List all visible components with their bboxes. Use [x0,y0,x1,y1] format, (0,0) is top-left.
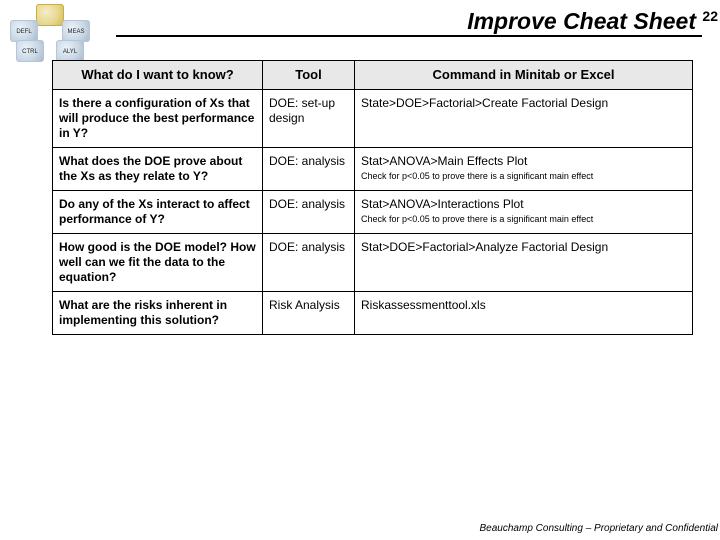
title-bar: Improve Cheat Sheet [100,8,702,37]
cell-command: State>DOE>Factorial>Create Factorial Des… [355,90,693,148]
logo-hex-left: DEFL [10,20,38,42]
logo-hex-bottom-right: ALYL [56,40,84,62]
cell-question: What are the risks inherent in implement… [53,292,263,335]
header-tool: Tool [263,61,355,90]
command-text: Stat>ANOVA>Main Effects Plot [361,154,686,169]
command-text: Stat>ANOVA>Interactions Plot [361,197,686,212]
logo-hex-top [36,4,64,26]
page-title: Improve Cheat Sheet [116,8,702,37]
cell-command: Stat>DOE>Factorial>Analyze Factorial Des… [355,234,693,292]
cell-command: Stat>ANOVA>Interactions Plot Check for p… [355,191,693,234]
logo-hex-bottom-left: CTRL [16,40,44,62]
cell-tool: DOE: set-up design [263,90,355,148]
cell-tool: DOE: analysis [263,234,355,292]
cell-tool: DOE: analysis [263,191,355,234]
table-row: What are the risks inherent in implement… [53,292,693,335]
dmaic-logo: DEFL MEAS CTRL ALYL [6,6,96,54]
cell-question: What does the DOE prove about the Xs as … [53,148,263,191]
cell-tool: DOE: analysis [263,148,355,191]
page-number: 22 [702,8,718,24]
command-text: Stat>DOE>Factorial>Analyze Factorial Des… [361,240,686,255]
command-note: Check for p<0.05 to prove there is a sig… [361,214,686,225]
cell-question: Is there a configuration of Xs that will… [53,90,263,148]
command-note: Check for p<0.05 to prove there is a sig… [361,171,686,182]
cheat-sheet-table: What do I want to know? Tool Command in … [52,60,693,335]
table-row: Is there a configuration of Xs that will… [53,90,693,148]
cell-question: How good is the DOE model? How well can … [53,234,263,292]
cell-command: Stat>ANOVA>Main Effects Plot Check for p… [355,148,693,191]
table-row: What does the DOE prove about the Xs as … [53,148,693,191]
command-text: State>DOE>Factorial>Create Factorial Des… [361,96,686,111]
table-header-row: What do I want to know? Tool Command in … [53,61,693,90]
table-row: How good is the DOE model? How well can … [53,234,693,292]
header-command: Command in Minitab or Excel [355,61,693,90]
command-text: Riskassessmenttool.xls [361,298,686,313]
cell-tool: Risk Analysis [263,292,355,335]
cell-command: Riskassessmenttool.xls [355,292,693,335]
cell-question: Do any of the Xs interact to affect perf… [53,191,263,234]
table-row: Do any of the Xs interact to affect perf… [53,191,693,234]
footer-text: Beauchamp Consulting – Proprietary and C… [480,523,718,534]
header-question: What do I want to know? [53,61,263,90]
logo-hex-right: MEAS [62,20,90,42]
